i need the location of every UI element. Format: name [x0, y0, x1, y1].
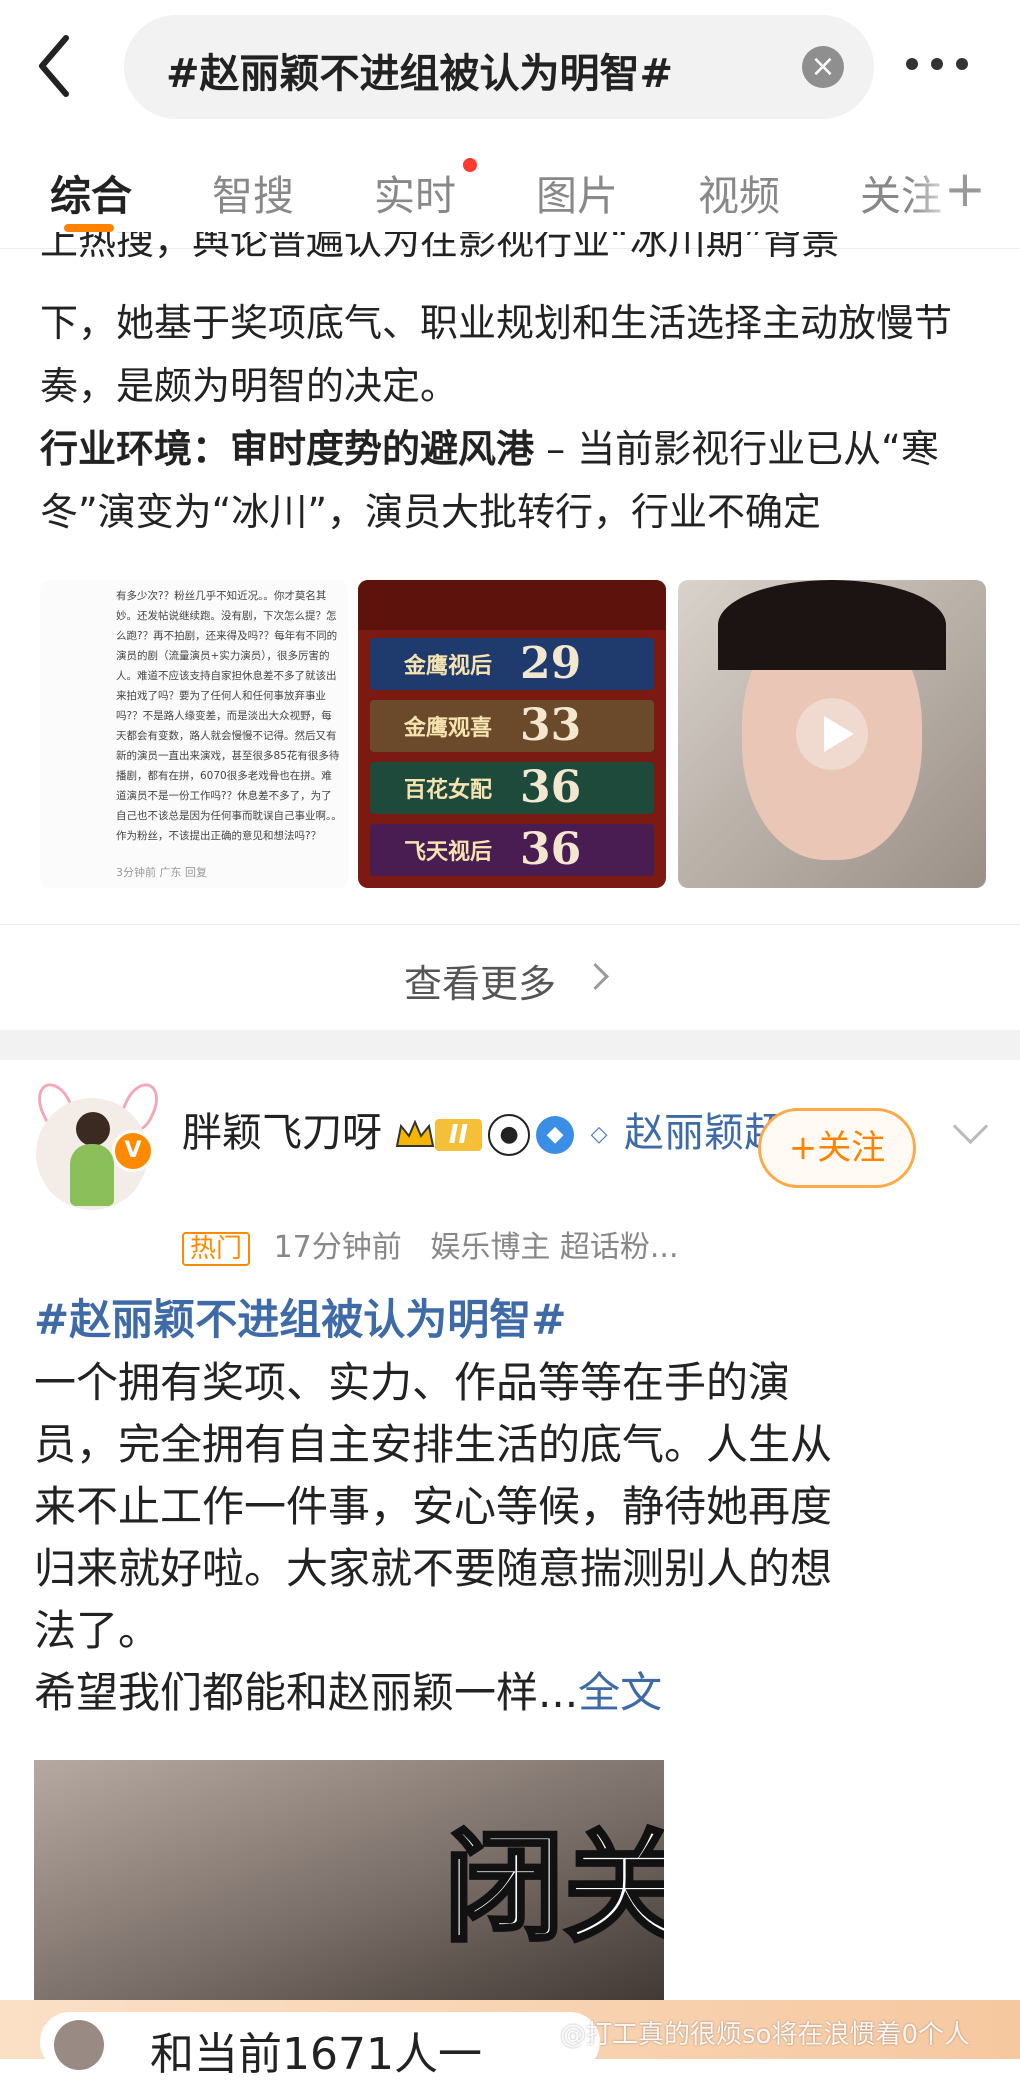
live-text: 和当前1671人一 — [150, 2029, 482, 2080]
tab-comprehensive[interactable]: 综合 — [50, 162, 132, 222]
comment-screenshot-text: 有多少次?？粉丝几乎不知近况。。你才莫名其妙。还发帖说继续跑。没有剧，下次怎么提… — [116, 590, 342, 842]
active-tab-indicator — [64, 224, 114, 232]
add-tab-icon[interactable]: + — [944, 164, 986, 214]
post-line: 法了。 — [34, 1606, 161, 1655]
post-line: 员，完全拥有自主安排生活的底气。人生从 — [34, 1420, 833, 1469]
video-thumbnail[interactable] — [678, 580, 986, 888]
summary-text: 下，她基于奖项底气、职业规划和生活选择主动放慢节奏，是颇为明智的决定。 行业环境… — [40, 292, 990, 544]
post-line: 希望我们都能和赵丽颖一样...全文 — [34, 1662, 994, 1724]
post-image-caption: 闭关 — [442, 1817, 664, 1960]
search-query: #赵丽颖不进组被认为明智# — [166, 51, 674, 97]
awards-poster-image[interactable]: 金鹰视后 29 金鹰观喜 33 百花女配 36 飞天视后 36 — [358, 580, 666, 888]
live-pill[interactable]: 和当前1671人一 — [40, 2012, 600, 2080]
comment-screenshot-image[interactable]: 有多少次?？粉丝几乎不知近况。。你才莫名其妙。还发帖说继续跑。没有剧，下次怎么提… — [40, 580, 348, 888]
view-more-label: 查看更多 — [404, 962, 557, 1006]
back-icon[interactable] — [34, 30, 94, 102]
tab-realtime[interactable]: 实时 — [374, 162, 456, 222]
more-options-icon[interactable] — [906, 44, 990, 84]
poster-row: 飞天视后 36 — [370, 824, 654, 876]
post-line: 来不止工作一件事，安心等候，静待她再度 — [34, 1482, 833, 1531]
view-more-button[interactable]: 查看更多 — [0, 924, 1020, 1031]
hot-tag: 热门 — [182, 1231, 251, 1266]
username[interactable]: 胖颖飞刀呀 — [182, 1110, 382, 1156]
industry-paragraph: 行业环境：审时度势的避风港 – 当前影视行业已从“寒冬”演变为“冰川”，演员大批… — [40, 418, 990, 544]
summary-paragraph: 下，她基于奖项底气、职业规划和生活选择主动放慢节奏，是颇为明智的决定。 — [40, 301, 953, 408]
post-line: 归来就好啦。大家就不要随意揣测别人的想 — [34, 1544, 833, 1593]
live-avatar — [54, 2020, 104, 2070]
post-body: 一个拥有奖项、实力、作品等等在手的演 员，完全拥有自主安排生活的底气。人生从 来… — [34, 1352, 994, 1724]
author-tags: 娱乐博主 超话粉... — [430, 1230, 679, 1265]
post-meta: 热门 17分钟前 娱乐博主 超话粉... — [182, 1222, 679, 1266]
shield-icon: ◆ — [536, 1116, 575, 1154]
post-image[interactable]: 闭关 — [34, 1760, 664, 2010]
tab-smart-search[interactable]: 智搜 — [212, 162, 294, 222]
full-text-link[interactable]: 全文 — [578, 1668, 662, 1717]
clipped-line: 上热搜，舆论普遍认为在影视行业“冰川期”背景 — [40, 232, 840, 263]
tab-bar: 综合 智搜 实时 图片 视频 关注 + — [0, 128, 1020, 249]
rank-badge: II — [434, 1119, 483, 1151]
search-input[interactable]: #赵丽颖不进组被认为明智# × — [124, 15, 874, 119]
comment-screenshot-meta: 3分钟前 广东 回复 — [116, 866, 207, 879]
section-divider — [0, 1030, 1020, 1060]
post-hashtag[interactable]: #赵丽颖不进组被认为明智# — [34, 1286, 566, 1347]
poster-row: 百花女配 36 — [370, 762, 654, 814]
post-last-line: 希望我们都能和赵丽颖一样... — [34, 1668, 579, 1717]
poster-row: 金鹰视后 29 — [370, 638, 654, 690]
verified-badge-icon: V — [112, 1130, 154, 1172]
play-icon[interactable] — [796, 698, 868, 770]
panda-icon: ● — [488, 1114, 531, 1156]
notification-dot — [463, 158, 477, 172]
clear-icon[interactable]: × — [802, 46, 844, 88]
top-bar: #赵丽颖不进组被认为明智# × — [0, 0, 1020, 128]
post-line: 一个拥有奖项、实力、作品等等在手的演 — [34, 1358, 791, 1407]
tab-videos[interactable]: 视频 — [698, 162, 780, 222]
post-author[interactable]: 胖颖飞刀呀 II ● ◆ ◇ 赵丽颖超话 — [182, 1100, 824, 1158]
chevron-down-icon[interactable] — [952, 1108, 989, 1145]
diamond-icon: ◇ — [590, 1122, 608, 1147]
poster-row: 金鹰观喜 33 — [370, 700, 654, 752]
post-time: 17分钟前 — [273, 1230, 402, 1265]
crown-icon — [395, 1120, 434, 1147]
poster-header — [358, 580, 666, 630]
hair-shape — [718, 580, 946, 670]
industry-heading: 行业环境：审时度势的避风港 — [40, 427, 535, 471]
tab-images[interactable]: 图片 — [536, 162, 618, 222]
chevron-right-icon — [582, 963, 609, 990]
follow-button[interactable]: +关注 — [758, 1108, 916, 1188]
watermark: @打工真的很烦so将在浪惯着0个人 — [560, 2020, 970, 2050]
